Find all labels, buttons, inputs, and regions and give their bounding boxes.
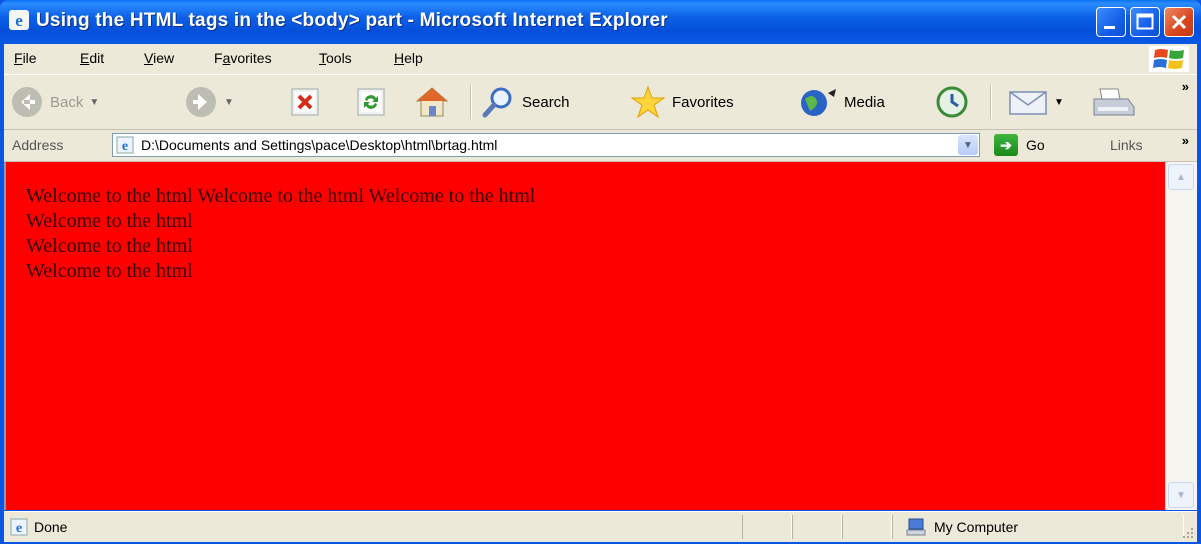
close-icon [1171, 14, 1187, 30]
forward-icon [186, 87, 216, 117]
toolbar-more-chevron[interactable]: » [1182, 79, 1189, 94]
back-button[interactable]: Back ▼ [10, 82, 99, 122]
menu-file[interactable]: File [14, 50, 37, 66]
resize-grip-icon[interactable] [1181, 526, 1195, 540]
favorites-button[interactable]: Favorites [630, 82, 734, 122]
links-more-chevron[interactable]: » [1182, 133, 1189, 148]
windows-logo-icon [1149, 46, 1189, 72]
menu-view[interactable]: View [144, 50, 174, 66]
address-bar: Address e D:\Documents and Settings\pace… [4, 130, 1197, 162]
menu-edit[interactable]: Edit [80, 50, 104, 66]
svg-text:e: e [122, 139, 128, 154]
window-title: Using the HTML tags in the <body> part -… [36, 10, 668, 31]
computer-icon [906, 518, 926, 536]
menu-help[interactable]: Help [394, 50, 423, 66]
status-bar: e Done My Computer [4, 511, 1197, 542]
minimize-icon [1104, 26, 1115, 29]
go-button[interactable]: ➔ Go [994, 134, 1045, 156]
mail-dropdown-icon[interactable]: ▼ [1054, 97, 1064, 108]
forward-dropdown-icon[interactable]: ▼ [224, 97, 234, 108]
content-line: Welcome to the html [26, 235, 193, 257]
address-dropdown-icon[interactable]: ▼ [958, 135, 978, 155]
toolbar: Back ▼ ▼ Search Favorites Media ▼ » [4, 75, 1197, 130]
history-icon [936, 86, 968, 118]
browser-window: e Using the HTML tags in the <body> part… [0, 0, 1201, 544]
status-cell [842, 515, 892, 539]
content-line: Welcome to the html Welcome to the html … [26, 185, 536, 207]
address-input[interactable]: e D:\Documents and Settings\pace\Desktop… [112, 133, 980, 157]
media-label: Media [844, 93, 885, 111]
maximize-button[interactable] [1130, 7, 1160, 37]
print-icon [1093, 88, 1135, 116]
favorites-label: Favorites [672, 93, 734, 111]
address-value[interactable]: D:\Documents and Settings\pace\Desktop\h… [141, 137, 497, 153]
links-label[interactable]: Links [1110, 137, 1143, 153]
go-arrow-icon: ➔ [994, 134, 1018, 156]
menu-favorites[interactable]: Favorites [214, 50, 272, 66]
maximize-icon [1136, 13, 1154, 30]
mail-button[interactable]: ▼ [1008, 82, 1064, 122]
go-label: Go [1026, 137, 1045, 153]
search-icon [482, 87, 512, 118]
menu-bar: File Edit View Favorites Tools Help [4, 44, 1197, 75]
favorites-star-icon [630, 85, 666, 119]
scroll-up-icon[interactable]: ▲ [1168, 164, 1194, 190]
back-dropdown-icon[interactable]: ▼ [89, 97, 99, 108]
page-text: Welcome to the html Welcome to the html … [26, 184, 535, 284]
stop-button[interactable] [290, 82, 320, 122]
scroll-down-icon[interactable]: ▼ [1168, 482, 1194, 508]
back-label: Back [50, 93, 84, 111]
stop-icon [291, 88, 319, 116]
vertical-scrollbar[interactable]: ▲ ▼ [1165, 162, 1197, 510]
page-content: Welcome to the html Welcome to the html … [4, 162, 1165, 510]
search-label: Search [522, 93, 570, 111]
history-button[interactable] [934, 82, 970, 122]
refresh-icon [357, 88, 385, 116]
svg-text:e: e [15, 11, 23, 30]
ie-status-icon: e [10, 518, 28, 536]
back-icon [12, 87, 42, 117]
mail-icon [1009, 91, 1047, 115]
content-line: Welcome to the html [26, 210, 193, 232]
home-button[interactable] [414, 82, 450, 122]
title-bar[interactable]: e Using the HTML tags in the <body> part… [0, 0, 1201, 44]
status-text: Done [34, 519, 68, 535]
refresh-button[interactable] [356, 82, 386, 122]
search-button[interactable]: Search [480, 82, 570, 122]
status-cell [792, 515, 842, 539]
address-label: Address [12, 137, 64, 153]
toolbar-separator [470, 85, 472, 119]
toolbar-separator-2 [990, 85, 992, 119]
media-button[interactable]: Media [798, 82, 885, 122]
media-icon [801, 89, 836, 116]
page-ie-icon: e [116, 136, 134, 154]
menu-tools[interactable]: Tools [319, 50, 352, 66]
close-button[interactable] [1164, 7, 1194, 37]
content-line: Welcome to the html [26, 260, 193, 282]
home-icon [415, 87, 449, 117]
forward-button[interactable]: ▼ [184, 82, 234, 122]
status-cell [742, 515, 792, 539]
print-button[interactable] [1090, 82, 1136, 122]
minimize-button[interactable] [1096, 7, 1126, 37]
svg-text:e: e [16, 521, 22, 536]
ie-icon: e [9, 10, 29, 30]
zone-label: My Computer [934, 519, 1019, 535]
